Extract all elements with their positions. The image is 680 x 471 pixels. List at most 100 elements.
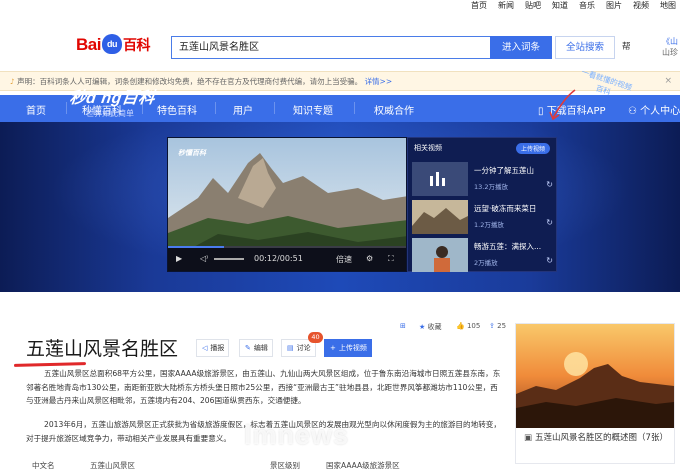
upload-video-label: 上传视频 (338, 344, 367, 352)
overview-image-caption-text: 五莲山风景名胜区的概述图（7张） (535, 433, 668, 443)
related-video-item[interactable]: 远望·破冻而来菜日 1.2万播放 ↻ (412, 200, 553, 234)
video-time: 00:12/00:51 (254, 254, 303, 263)
discuss-label: 讨论 (296, 344, 311, 352)
top-nav-images[interactable]: 图片 (606, 0, 622, 11)
share-icon[interactable]: ↻ (546, 180, 553, 189)
gallery-icon: ▣ (524, 433, 533, 443)
nav-divider (215, 102, 216, 114)
nav-divider (274, 102, 275, 114)
like-button[interactable]: 👍 105 (456, 322, 480, 330)
overview-image-caption[interactable]: ▣ 五莲山风景名胜区的概述图（7张） (524, 432, 670, 444)
star-icon: ★ (419, 323, 426, 331)
share-count: 25 (497, 322, 507, 330)
nav-user[interactable]: 用户 (233, 102, 253, 117)
edit-label: 编辑 (253, 344, 268, 352)
discuss-count-badge: 40 (308, 332, 323, 343)
volume-slider[interactable] (214, 258, 244, 260)
nav-divider (66, 102, 67, 114)
play-audio-label: 播报 (210, 344, 225, 352)
favorite-button[interactable]: ★ 收藏 (419, 322, 442, 332)
personal-center-label: 个人中心 (640, 106, 680, 117)
help-link[interactable]: 帮 (622, 40, 631, 52)
logo-baike: 百科 (122, 37, 151, 53)
top-nav-home[interactable]: 首页 (471, 0, 487, 11)
favorite-label: 收藏 (427, 323, 442, 331)
edit-button[interactable]: ✎ 编辑 (239, 339, 273, 357)
side-recommend-line2: 山珍 (662, 48, 678, 57)
nav-topics[interactable]: 知识专题 (293, 102, 333, 117)
plus-icon: + (330, 344, 336, 352)
baidu-baike-logo[interactable]: Bai du 百科 (76, 34, 150, 55)
top-nav-zhidao[interactable]: 知道 (552, 0, 568, 11)
share-icon[interactable]: ↻ (546, 256, 553, 265)
close-icon[interactable]: × (664, 72, 672, 90)
watermark: lmnews (244, 420, 350, 450)
related-video-title: 畅游五莲：满探入... (474, 242, 542, 251)
related-video-title: 远望·破冻而来菜日 (474, 204, 537, 213)
top-nav-music[interactable]: 音乐 (579, 0, 595, 11)
top-nav-video[interactable]: 视频 (633, 0, 649, 11)
pencil-icon: ✎ (245, 344, 251, 352)
share-button[interactable]: ⇪ 25 (489, 322, 506, 330)
related-video-views: 2万播放 (474, 259, 498, 267)
info-value-level: 国家AAAA级旅游景区 (326, 461, 400, 470)
speed-button[interactable]: 倍速 (336, 254, 352, 265)
settings-icon[interactable]: ⚙ (366, 254, 373, 263)
related-videos-panel: 相关视频 上传视频 一分钟了解五莲山 13.2万播放 ↻ 远望·破冻而来菜日 1… (407, 137, 557, 272)
paw-icon: du (101, 34, 122, 54)
related-video-item[interactable]: 畅游五莲：满探入... 2万播放 ↻ (412, 238, 553, 272)
user-icon: ⚇ (628, 106, 641, 117)
related-video-views: 1.2万播放 (474, 221, 504, 229)
video-controls: ▶ ◁⁾ 00:12/00:51 倍速 ⚙ ⛶ (168, 248, 406, 271)
fullsite-search-button[interactable]: 全站搜索 (555, 36, 615, 59)
nav-home[interactable]: 首页 (26, 102, 46, 117)
summary-paragraph-1: 五莲山风景区总面积68平方公里，国家AAAA级旅游景区，由五莲山、九仙山两大风景… (26, 369, 501, 405)
video-brand: 秒懂百科 (178, 149, 206, 157)
miaodong-logo: 秒d ng百科 (68, 90, 157, 107)
info-key-chinese-name: 中文名 (32, 461, 55, 470)
upload-video-button[interactable]: 上传视频 (515, 143, 550, 154)
overview-image-card[interactable]: ▣ 五莲山风景名胜区的概述图（7张） (515, 323, 675, 464)
chat-icon: ▤ (287, 344, 294, 352)
side-recommend[interactable]: 《山 山珍 (662, 36, 678, 58)
play-audio-button[interactable]: ◁ 播报 (196, 339, 230, 357)
personal-center-link[interactable]: ⚇ 个人中心 (628, 102, 680, 117)
share-icon[interactable]: ↻ (546, 218, 553, 227)
video-thumbnail (412, 238, 468, 272)
search-input[interactable]: 五莲山风景名胜区 (171, 36, 491, 59)
logo-bai: Bai (76, 35, 101, 54)
enter-entry-button[interactable]: 进入词条 (490, 36, 552, 59)
notice-text: 声明：百科词条人人可编辑，词条创建和修改均免费，绝不存在官方及代理商付费代编，请… (17, 77, 363, 86)
top-nav-tieba[interactable]: 贴吧 (525, 0, 541, 11)
play-icon[interactable]: ▶ (176, 254, 182, 263)
fullscreen-icon[interactable]: ⛶ (388, 254, 394, 264)
speaker-icon: ◁ (202, 344, 208, 352)
page-title: 五莲山风景名胜区 (26, 338, 179, 360)
nav-featured[interactable]: 特色百科 (157, 102, 197, 117)
volume-icon[interactable]: ◁⁾ (200, 254, 208, 263)
upload-video-button[interactable]: + 上传视频 (324, 339, 372, 357)
top-nav-map[interactable]: 地图 (660, 0, 676, 11)
related-video-views: 13.2万播放 (474, 183, 508, 191)
related-video-title: 一分钟了解五莲山 (474, 166, 534, 175)
hand-drawn-arrow (549, 89, 576, 121)
phone-icon: ▯ (538, 106, 547, 117)
video-thumbnail (412, 162, 468, 196)
top-nav-news[interactable]: 新闻 (498, 0, 514, 11)
miaodong-slogan: 世界如此简单 (86, 109, 134, 118)
related-video-item[interactable]: 一分钟了解五莲山 13.2万播放 ↻ (412, 162, 553, 196)
overview-image (516, 324, 674, 428)
like-count: 105 (466, 322, 481, 330)
side-recommend-line1: 《山 (662, 37, 678, 46)
thumbs-up-icon: 👍 (456, 322, 465, 330)
video-thumbnail (412, 200, 468, 234)
info-value-chinese-name: 五莲山风景区 (90, 461, 135, 470)
basic-info-row: 中文名 五莲山风景区 景区级别 国家AAAA级旅游景区 (26, 456, 506, 471)
top-nav: 首页 新闻 贴吧 知道 音乐 图片 视频 地图 (0, 0, 680, 12)
notice-detail-link[interactable]: 详情>> (365, 77, 393, 86)
related-videos-header: 相关视频 (414, 144, 442, 152)
nav-cooperation[interactable]: 权威合作 (374, 102, 414, 117)
info-key-level: 景区级别 (270, 461, 300, 470)
add-icon[interactable]: ⊞ (400, 322, 406, 330)
video-player[interactable]: 秒懂百科 ▶ ◁⁾ 00:12/00:51 倍速 ⚙ ⛶ (167, 137, 407, 272)
